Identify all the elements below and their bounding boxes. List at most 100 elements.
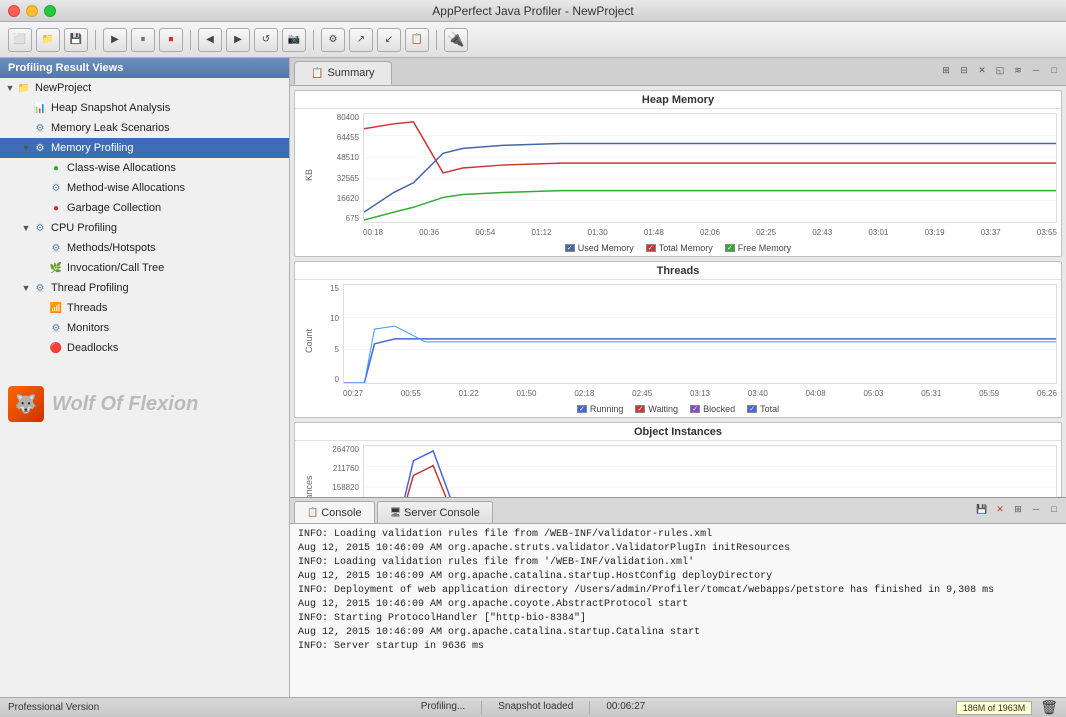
threads-check-running[interactable]: ✓ [577,405,587,413]
toolbar-pause[interactable]: ⏸ [131,28,155,52]
heap-check-total[interactable]: ✓ [646,244,656,252]
console-line-8: INFO: Server startup in 9636 ms [298,640,1058,654]
toolbar-fwd[interactable]: ▶ [226,28,250,52]
tab-icon-min[interactable]: ─ [1028,62,1044,78]
console-tab-label: Console [321,507,361,519]
objects-y-axis: 264700 211760 158820 105880 52940 0 [319,445,363,497]
deadlocks-icon: 🔴 [48,340,64,356]
objects-y-tick-2: 158820 [332,483,359,492]
sidebar-item-deadlocks[interactable]: 🔴 Deadlocks [0,338,289,358]
sidebar-item-calltree[interactable]: 🌿 Invocation/Call Tree [0,258,289,278]
console-expand-btn[interactable]: ⊞ [1010,501,1026,517]
toolbar-new[interactable]: ⬜ [8,28,32,52]
objects-y-tick-0: 264700 [332,445,359,454]
objects-y-label: Live Instances [299,445,319,497]
tab-summary-icon: 📋 [311,68,323,79]
console-save-btn[interactable]: 💾 [974,501,990,517]
sidebar-item-cpuprofiling[interactable]: ▼ ⚙ CPU Profiling [0,218,289,238]
sidebar-item-memoryleak[interactable]: ⚙ Memory Leak Scenarios [0,118,289,138]
sidebar-item-gc[interactable]: ● Garbage Collection [0,198,289,218]
console-area: 📋 Console 🖥 Server Console 💾 ✕ ⊞ ─ □ [290,497,1066,697]
sidebar-item-heap[interactable]: 📊 Heap Snapshot Analysis [0,98,289,118]
toggle-newproject[interactable]: ▼ [4,83,16,93]
heap-svg-area: 00:18 00:36 00:54 01:12 01:30 01:48 02:0… [363,113,1057,237]
console-tab-bar: 📋 Console 🖥 Server Console 💾 ✕ ⊞ ─ □ [290,498,1066,524]
toolbar-snapshot[interactable]: 📷 [282,28,306,52]
toolbar-open[interactable]: 📁 [36,28,60,52]
tab-icon-group: ⊞ ⊟ ✕ ◱ ≋ ─ □ [938,62,1062,78]
threadprofiling-icon: ⚙ [32,280,48,296]
toolbar-export[interactable]: ↗ [349,28,373,52]
status-memory-icon[interactable]: 🗑 [1040,699,1058,716]
console-line-1: Aug 12, 2015 10:46:09 AM org.apache.stru… [298,542,1058,556]
toolbar-stop[interactable]: ⏹ [159,28,183,52]
sidebar-item-threads[interactable]: 📶 Threads [0,298,289,318]
threads-legend: ✓ Running ✓ Waiting ✓ Blocked ✓ [295,402,1061,417]
threads-check-waiting[interactable]: ✓ [635,405,645,413]
threads-x-2: 01:22 [459,389,479,398]
console-tab-console[interactable]: 📋 Console [294,501,375,523]
threads-svg-area: 00:27 00:55 01:22 01:50 02:18 02:45 03:1… [343,284,1057,398]
toggle-cpuprofiling[interactable]: ▼ [20,223,32,233]
status-memory-label: 186M of 1963M [963,703,1026,713]
status-profiling: Profiling... [421,701,465,715]
toolbar-plugin[interactable]: 🔌 [444,28,468,52]
heap-check-used[interactable]: ✓ [565,244,575,252]
heap-y-tick-5: 675 [346,214,359,223]
sidebar-label-cpuprofiling: CPU Profiling [51,222,117,234]
sidebar-label-methodalloc: Method-wise Allocations [67,182,185,194]
close-button[interactable] [8,5,20,17]
toolbar-import[interactable]: ↙ [377,28,401,52]
console-min-btn[interactable]: ─ [1028,501,1044,517]
console-body[interactable]: INFO: Loading validation rules file from… [290,524,1066,697]
toolbar-save[interactable]: 💾 [64,28,88,52]
maximize-button[interactable] [44,5,56,17]
console-tab-server[interactable]: 🖥 Server Console [377,501,493,523]
sidebar-label-threadprofiling: Thread Profiling [51,282,129,294]
sidebar-item-memoryprofiling[interactable]: ▼ ⚙ Memory Profiling [0,138,289,158]
sidebar-item-newproject[interactable]: ▼ 📁 NewProject [0,78,289,98]
sidebar-item-methodalloc[interactable]: ⚙ Method-wise Allocations [0,178,289,198]
status-right: 186M of 1963M 🗑 [645,699,1058,716]
status-version: Professional Version [8,702,421,713]
toolbar-back[interactable]: ◀ [198,28,222,52]
status-sep1 [481,701,482,715]
content-area: Profiling Result Views ▼ 📁 NewProject 📊 … [0,58,1066,697]
sidebar-item-threadprofiling[interactable]: ▼ ⚙ Thread Profiling [0,278,289,298]
threads-y-tick-3: 0 [335,375,339,384]
threads-x-4: 02:18 [574,389,594,398]
toolbar-settings[interactable]: ⚙ [321,28,345,52]
tab-icon-3[interactable]: ✕ [974,62,990,78]
console-max-btn[interactable]: □ [1046,501,1062,517]
threads-check-total[interactable]: ✓ [747,405,757,413]
status-memory-bar: 186M of 1963M [956,701,1033,715]
threads-icon: 📶 [48,300,64,316]
sidebar-item-classalloc[interactable]: ● Class-wise Allocations [0,158,289,178]
right-panel: 📋 Summary ⊞ ⊟ ✕ ◱ ≋ ─ □ Heap Memory [290,58,1066,697]
console-clear-btn[interactable]: ✕ [992,501,1008,517]
heap-check-free[interactable]: ✓ [725,244,735,252]
heap-svg [363,113,1057,223]
tab-icon-4[interactable]: ◱ [992,62,1008,78]
gc-icon: ● [48,200,64,216]
sidebar-item-hotspots[interactable]: ⚙ Methods/Hotspots [0,238,289,258]
toggle-memoryprofiling[interactable]: ▼ [20,143,32,153]
heap-x-axis: 00:18 00:36 00:54 01:12 01:30 01:48 02:0… [363,226,1057,237]
tab-icon-2[interactable]: ⊟ [956,62,972,78]
threads-check-blocked[interactable]: ✓ [690,405,700,413]
toolbar-refresh[interactable]: ↺ [254,28,278,52]
tab-summary[interactable]: 📋 Summary [294,61,392,85]
minimize-button[interactable] [26,5,38,17]
toggle-threadprofiling[interactable]: ▼ [20,283,32,293]
toolbar-play[interactable]: ▶ [103,28,127,52]
console-line-5: Aug 12, 2015 10:46:09 AM org.apache.coyo… [298,598,1058,612]
console-line-6: INFO: Starting ProtocolHandler ["http-bi… [298,612,1058,626]
threads-legend-running: ✓ Running [577,404,624,414]
toolbar-report[interactable]: 📋 [405,28,429,52]
heap-x-0: 00:18 [363,228,383,237]
tab-icon-max[interactable]: □ [1046,62,1062,78]
tab-icon-1[interactable]: ⊞ [938,62,954,78]
monitors-icon: ⚙ [48,320,64,336]
sidebar-item-monitors[interactable]: ⚙ Monitors [0,318,289,338]
tab-icon-5[interactable]: ≋ [1010,62,1026,78]
